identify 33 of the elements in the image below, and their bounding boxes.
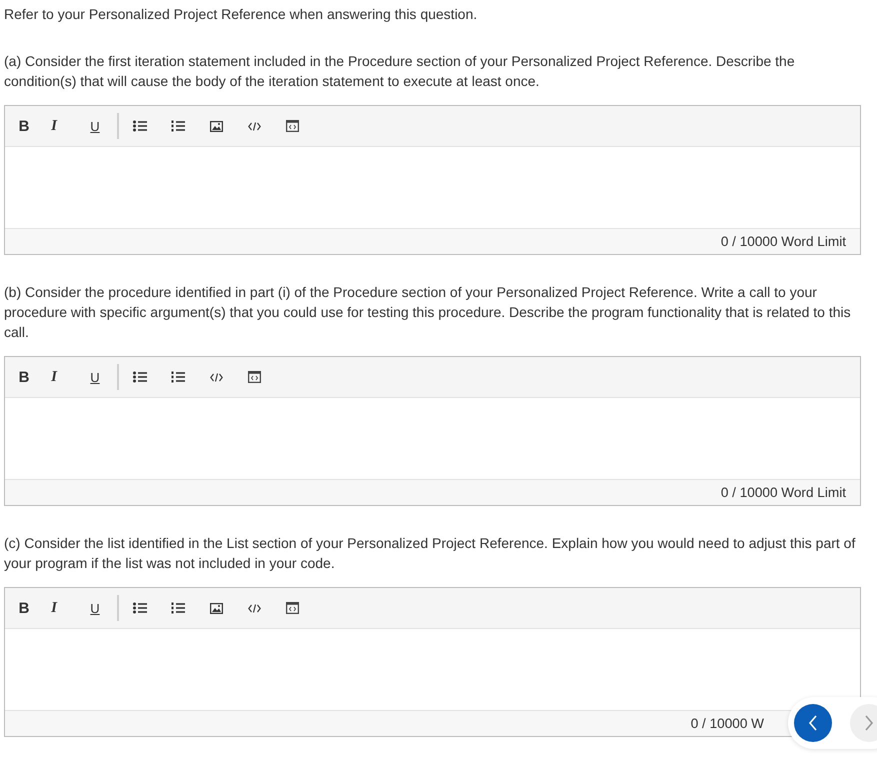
image-icon [210,120,222,132]
numbered-list-icon [171,120,185,132]
word-limit-counter: 0 / 10000 W [690,716,764,731]
question-text: (b) Consider the procedure identified in part (i) of the Procedure section of your Personalized Project Reference. Write a call to your procedure with specific argument(s) that you could use for testing this procedure. Describe the program functionality that is related to this call. [4,283,852,342]
chevron-left-icon [808,715,818,731]
bulleted-list-icon [133,602,147,614]
bold-button[interactable]: B [13,594,35,622]
numbered-list-icon [171,602,185,614]
word-limit-counter: 0 / 10000 Word Limit [720,234,846,249]
numbered-list-icon [171,371,185,383]
embed-code-icon [248,371,260,383]
instruction-text: Refer to your Personalized Project Reference when answering this question. [3,5,478,24]
italic-button[interactable]: I [35,594,73,622]
chevron-right-icon [864,715,874,731]
underline-button[interactable]: U [73,363,117,391]
bulleted-list-icon [133,371,147,383]
embed-code-icon [286,602,298,614]
bold-button[interactable]: B [13,363,35,391]
image-icon [210,602,222,614]
code-icon [248,604,260,612]
italic-button[interactable]: I [35,112,73,140]
previous-button[interactable] [794,704,832,742]
question-text: (a) Consider the first iteration statement included in the Procedure section of your Personalized Project Reference. Describe the condition(s) that will cause the body of the iteration statement to execute at least once. [4,52,796,91]
italic-button[interactable]: I [35,363,73,391]
underline-button[interactable]: U [73,112,117,140]
bold-button[interactable]: B [13,112,35,140]
word-limit-counter: 0 / 10000 Word Limit [720,485,846,500]
code-icon [248,122,260,130]
code-icon [210,372,222,382]
underline-button[interactable]: U [73,594,117,622]
question-text: (c) Consider the list identified in the List section of your Personalized Project Reference. Explain how you would need to adjust this part of your program if the list was not included in your code. [4,534,856,573]
bulleted-list-icon [133,120,147,132]
embed-code-icon [286,120,298,132]
